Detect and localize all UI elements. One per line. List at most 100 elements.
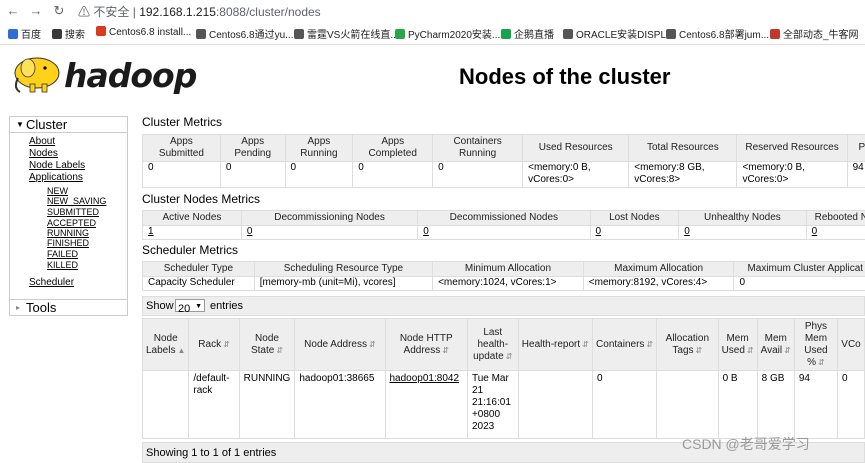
bookmark-item[interactable]: 全部动态_牛客网 (770, 26, 859, 41)
column-header-health-report[interactable]: Health-report ⇵ (517, 318, 594, 371)
show-label: Show (146, 300, 174, 312)
page-title: Nodes of the cluster (459, 64, 671, 89)
column-header-allocation-tags[interactable]: Allocation Tags ⇵ (656, 318, 719, 371)
bookmark-item[interactable]: ORACLE安装DISPL... (563, 26, 674, 41)
column-header-rack[interactable]: Rack ⇵ (188, 318, 240, 371)
cluster-metrics-title: Cluster Metrics (142, 115, 223, 129)
decommissioned-nodes-link[interactable]: 0 (417, 225, 591, 240)
bookmark-icon (196, 29, 206, 39)
lost-nodes-link[interactable]: 0 (589, 225, 680, 240)
column-header: Decommissioned Nodes (417, 210, 591, 226)
cluster-menu-header[interactable]: ▼ Cluster (10, 117, 127, 133)
sidebar-item-node-labels[interactable]: Node Labels (29, 160, 85, 171)
node-address-cell: hadoop01:38665 (294, 370, 386, 439)
bookmark-item[interactable]: 搜索 (52, 26, 85, 41)
hadoop-logo[interactable]: hadoop (10, 52, 215, 102)
bookmark-item[interactable]: Centos6.8通过yu... (196, 26, 293, 41)
table-header-row: Scheduler Type Scheduling Resource Type … (142, 261, 865, 277)
bookmarks-bar: 百度 搜索 Centos6.8 install... Centos6.8通过yu… (0, 25, 865, 42)
back-icon[interactable]: ← (6, 4, 20, 18)
bookmark-icon (52, 29, 62, 39)
node-http-address-link[interactable]: hadoop01:8042 (384, 370, 468, 439)
sort-icon: ⇵ (695, 345, 703, 355)
column-header-phys-mem-used[interactable]: Phys Mem Used % ⇵ (793, 318, 839, 371)
bookmark-item[interactable]: 企鹅直播 (501, 26, 554, 41)
page-size-select[interactable]: 20 ▼ (175, 299, 205, 315)
column-header-containers[interactable]: Containers ⇵ (592, 318, 658, 371)
column-header-node-state[interactable]: Node State ⇵ (238, 318, 296, 371)
sort-icon: ⇵ (646, 339, 654, 349)
app-state-new-saving[interactable]: NEW_SAVING (47, 196, 106, 206)
column-header-label: Last health-update (473, 326, 509, 362)
column-header: Apps Pending (219, 134, 286, 162)
nodes-metrics-table: Active Nodes Decommissioning Nodes Decom… (142, 210, 865, 240)
bookmark-icon (666, 29, 676, 39)
table-cell: 0 (219, 161, 286, 188)
decommissioning-nodes-link[interactable]: 0 (240, 225, 419, 240)
column-header: Reserved Resources (736, 134, 848, 162)
table-header-row: Node Labels ▲ Rack ⇵ Node State ⇵ Node Addr… (141, 318, 865, 371)
app-state-killed[interactable]: KILLED (47, 260, 78, 270)
app-state-submitted[interactable]: SUBMITTED (47, 207, 99, 217)
table-row: 1 0 0 0 0 0 (142, 225, 865, 240)
app-state-running[interactable]: RUNNING (47, 228, 89, 238)
table-cell: 94 (846, 161, 865, 188)
column-header-mem-avail[interactable]: Mem Avail ⇵ (756, 318, 795, 371)
rack-cell: /default-rack (188, 370, 240, 439)
column-header-mem-used[interactable]: Mem Used ⇵ (717, 318, 758, 371)
column-header-vcores[interactable]: VCo (837, 318, 865, 371)
bookmark-item[interactable]: 雷霆VS火箭在线直... (294, 26, 399, 41)
security-label: 不安全 (93, 5, 130, 19)
bookmark-item[interactable]: Centos6.8部署jum... (666, 26, 769, 41)
active-nodes-link[interactable]: 1 (142, 225, 242, 240)
table-cell: 0 (142, 161, 221, 188)
sidebar-item-applications[interactable]: Applications (29, 172, 83, 183)
entries-label: entries (210, 300, 244, 312)
tools-menu: ▸ Tools (9, 299, 128, 316)
containers-cell: 0 (592, 370, 658, 439)
table-row: 0 0 0 0 0 <memory:0 B, vCores:0> <memory… (142, 161, 865, 188)
column-header-label: VCo (841, 338, 861, 350)
bookmark-item[interactable]: Centos6.8 install... (96, 26, 191, 38)
caret-down-icon: ▼ (16, 120, 24, 129)
tools-menu-header[interactable]: ▸ Tools (10, 300, 127, 315)
unhealthy-nodes-link[interactable]: 0 (678, 225, 807, 240)
rebooted-nodes-link[interactable]: 0 (805, 225, 865, 240)
app-state-accepted[interactable]: ACCEPTED (47, 218, 96, 228)
sidebar-item-nodes[interactable]: Nodes (29, 148, 58, 159)
column-header-last-health-update[interactable]: Last health-update ⇵ (466, 318, 519, 371)
sort-icon: ⇵ (223, 339, 230, 349)
bookmark-item[interactable]: PyCharm2020安装... (395, 26, 500, 41)
column-header: Rebooted N (805, 210, 865, 226)
phys-mem-used-cell: 94 (793, 370, 839, 439)
bookmark-label: 雷霆VS火箭在线直... (307, 30, 399, 41)
bookmark-icon (501, 29, 511, 39)
table-cell: 0 (432, 161, 524, 188)
watermark: CSDN @老哥爱学习 (682, 436, 810, 452)
app-state-new[interactable]: NEW (47, 186, 68, 196)
column-header: Maximum Cluster Applicat (733, 261, 865, 277)
column-header-node-labels[interactable]: Node Labels ▲ (141, 318, 190, 371)
address-bar[interactable]: ⚠ 不安全 | 192.168.1.215:8088/cluster/nodes (78, 3, 321, 20)
nodes-metrics-title: Cluster Nodes Metrics (142, 192, 261, 206)
bookmark-label: Centos6.8部署jum... (679, 30, 770, 41)
forward-icon[interactable]: → (29, 4, 43, 18)
table-info-text: Showing 1 to 1 of 1 entries (146, 447, 277, 459)
reload-icon[interactable]: ↻ (52, 4, 66, 18)
column-header-label: Node Labels (146, 332, 178, 356)
nodes-table: Node Labels ▲ Rack ⇵ Node State ⇵ Node Addr… (141, 318, 865, 439)
sort-icon: ⇵ (505, 351, 513, 361)
app-state-failed[interactable]: FAILED (47, 249, 78, 259)
sidebar-item-scheduler[interactable]: Scheduler (29, 277, 74, 288)
chevron-down-icon: ▼ (195, 303, 202, 310)
column-header-node-address[interactable]: Node Address ⇵ (294, 318, 386, 371)
bookmark-label: Centos6.8 install... (109, 27, 192, 38)
bookmark-item[interactable]: 百度 (8, 26, 41, 41)
scheduler-metrics-table: Scheduler Type Scheduling Resource Type … (142, 261, 865, 291)
app-state-finished[interactable]: FINISHED (47, 238, 89, 248)
sidebar-item-about[interactable]: About (29, 136, 55, 147)
column-header-node-http-address[interactable]: Node HTTP Address ⇵ (384, 318, 468, 371)
column-header: Total Resources (628, 134, 738, 162)
table-length-control: Show 20 ▼ entries (142, 296, 865, 316)
bookmark-label: 全部动态_牛客网 (783, 30, 859, 41)
